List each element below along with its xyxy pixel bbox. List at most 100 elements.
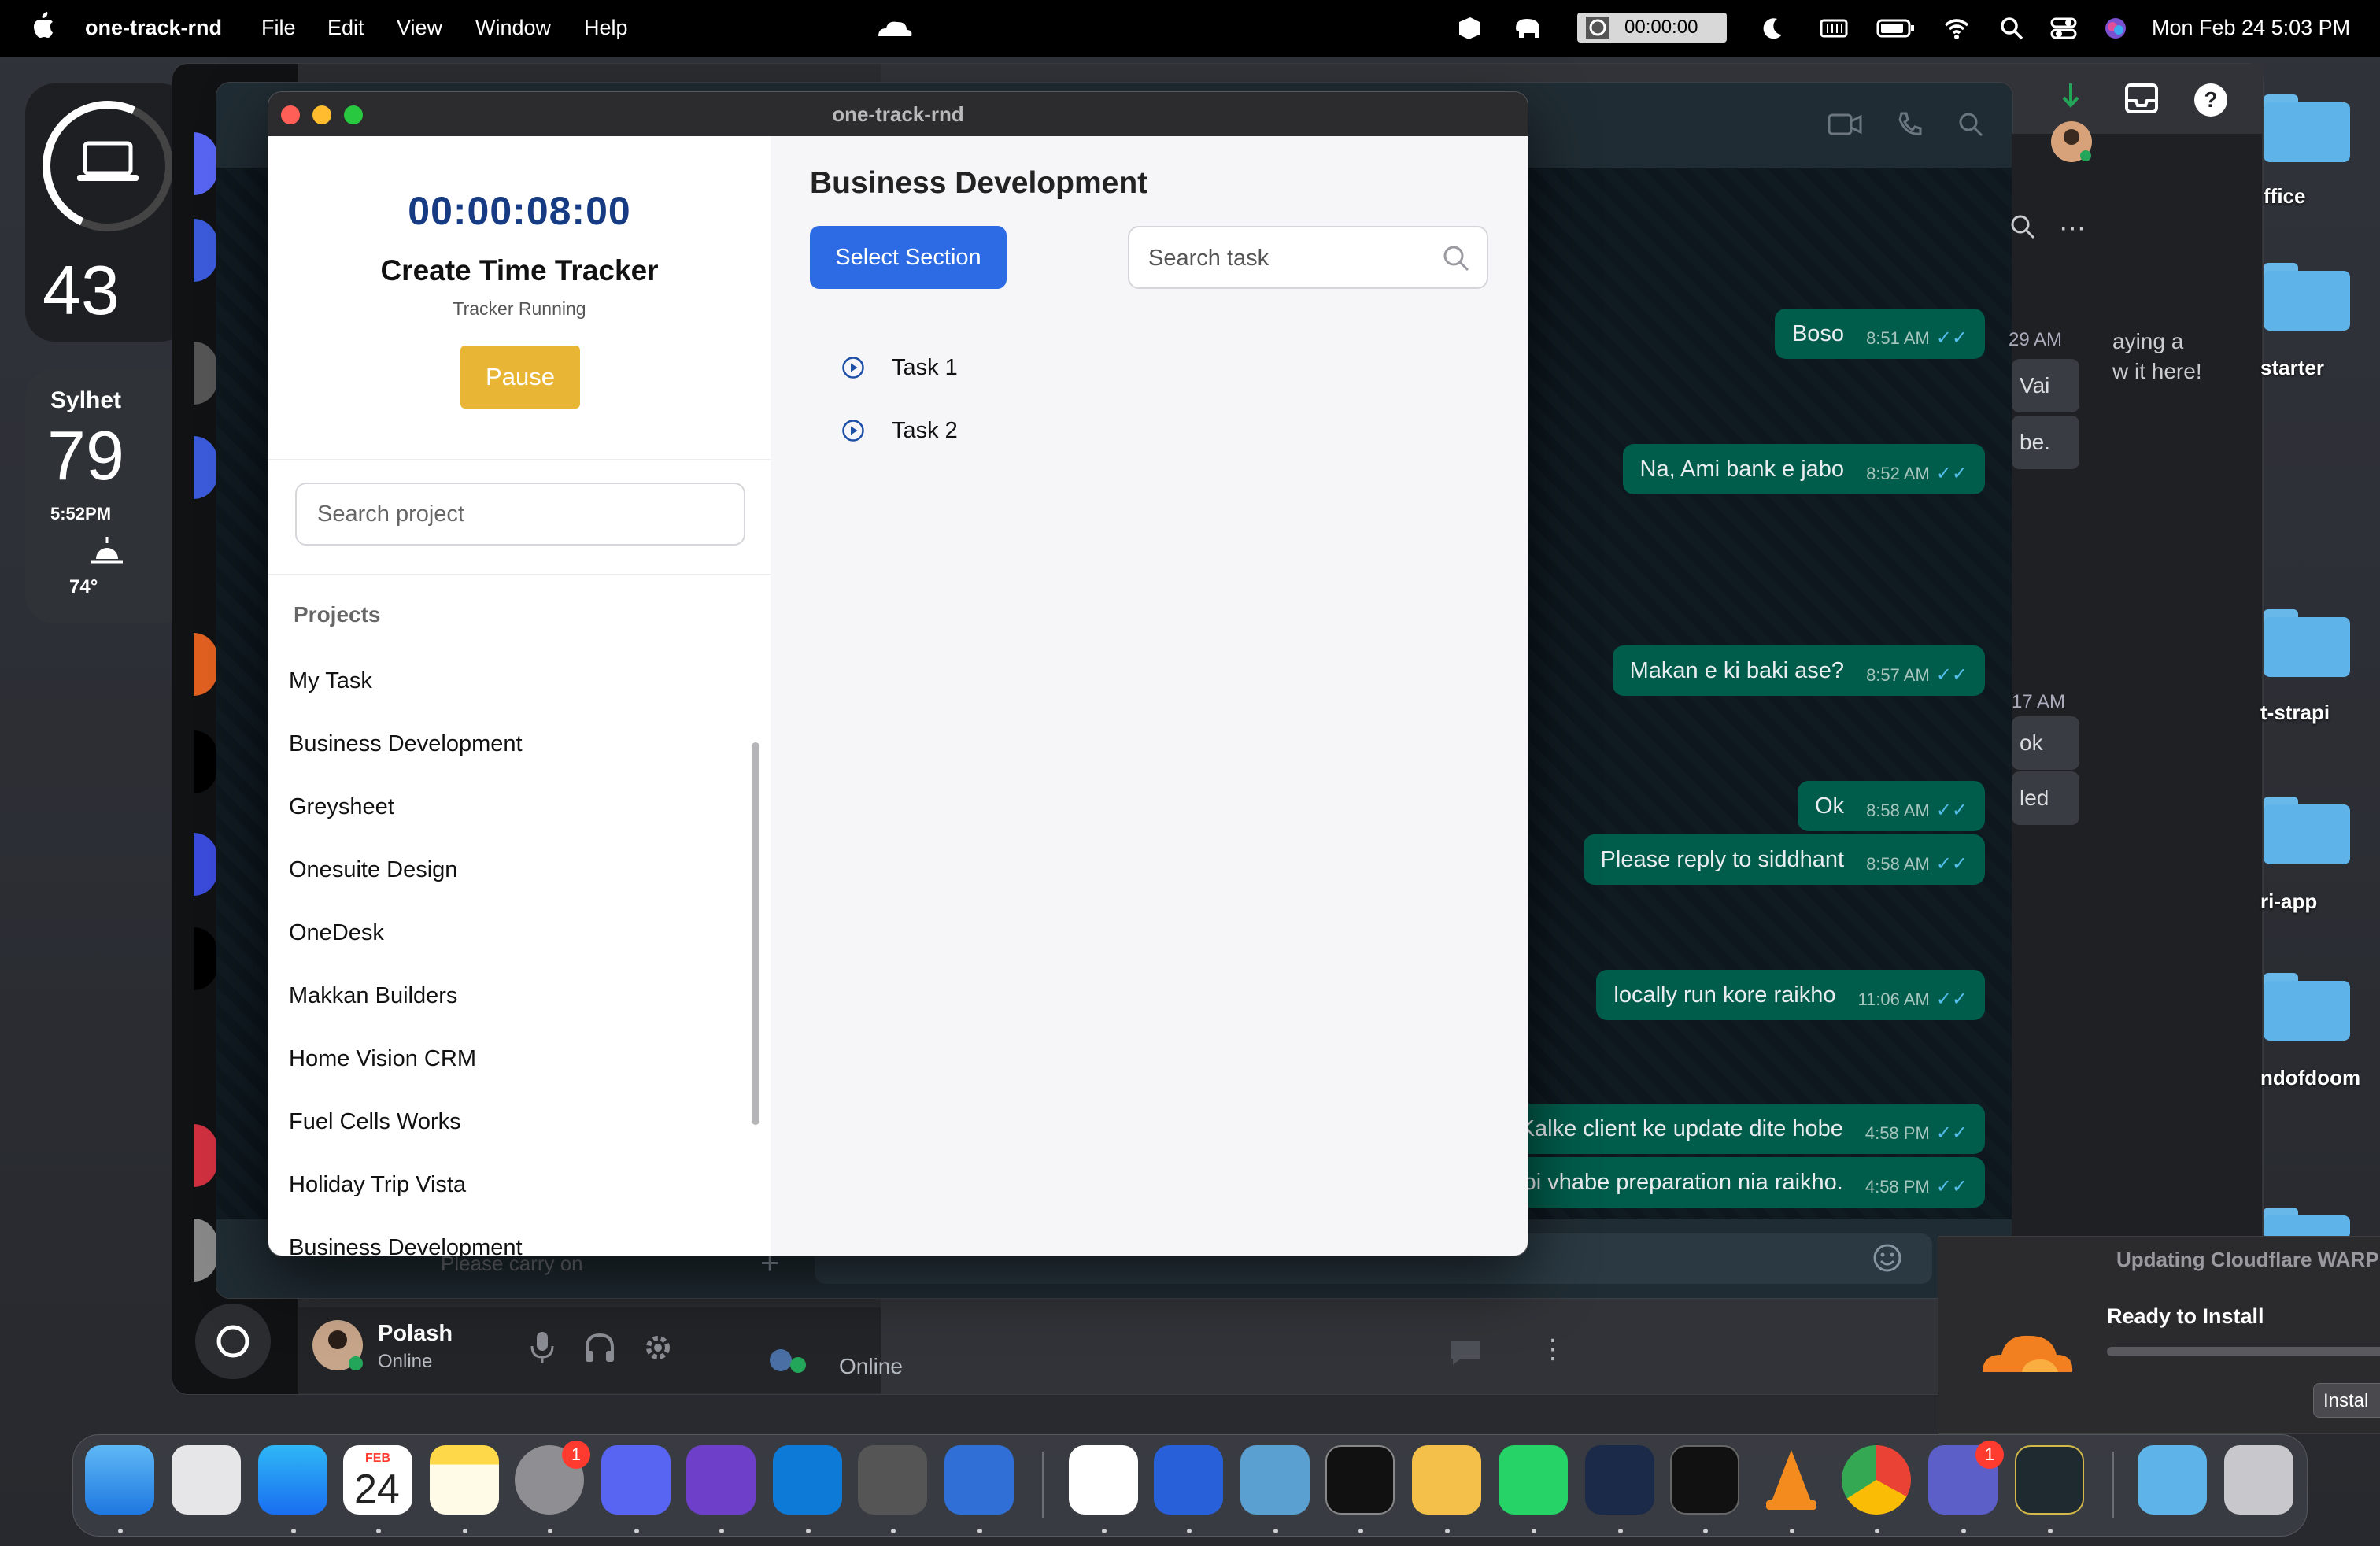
menu-view[interactable]: View bbox=[397, 16, 442, 40]
section-title: Business Development bbox=[810, 166, 1148, 200]
pause-button[interactable]: Pause bbox=[460, 346, 580, 409]
desktop-folder[interactable] bbox=[2264, 263, 2350, 331]
user-avatar[interactable] bbox=[310, 1318, 365, 1373]
siri-icon[interactable] bbox=[2101, 14, 2130, 43]
project-item[interactable]: Business Development bbox=[289, 1235, 523, 1256]
menubar-datetime[interactable]: Mon Feb 24 5:03 PM bbox=[2152, 16, 2350, 40]
menu-edit[interactable]: Edit bbox=[327, 16, 364, 40]
chat-message[interactable]: Kalke client ke update dite hobe 4:58 PM ✓… bbox=[1502, 1104, 1985, 1154]
vscode-icon[interactable] bbox=[773, 1445, 842, 1515]
finder-icon[interactable] bbox=[85, 1445, 154, 1515]
github-desktop-icon[interactable] bbox=[686, 1445, 756, 1515]
search-icon[interactable] bbox=[1441, 243, 1471, 273]
chat-message[interactable]: Boso 8:51 AM ✓✓ bbox=[1774, 309, 1985, 359]
project-item[interactable]: Business Development bbox=[289, 731, 523, 757]
menu-help[interactable]: Help bbox=[584, 16, 628, 40]
activity-monitor-icon[interactable] bbox=[1670, 1445, 1739, 1515]
elapsed-timer: 00:00:08:00 bbox=[408, 189, 631, 233]
elephant-icon[interactable] bbox=[1513, 14, 1544, 43]
wifi-icon[interactable] bbox=[1942, 14, 1971, 43]
whatsapp-icon[interactable] bbox=[1499, 1445, 1568, 1515]
cloudflare-warp-icon[interactable] bbox=[872, 14, 915, 43]
notes-icon[interactable] bbox=[430, 1445, 499, 1515]
launchpad-icon[interactable] bbox=[172, 1445, 241, 1515]
tableplus-icon[interactable] bbox=[1412, 1445, 1481, 1515]
chat-search-icon[interactable] bbox=[1957, 110, 1985, 139]
search-project-input[interactable] bbox=[295, 483, 745, 546]
chat-message[interactable]: Na, Ami bank e jabo 8:52 AM ✓✓ bbox=[1622, 444, 1985, 494]
title-bar[interactable]: one-track-rnd bbox=[268, 92, 1528, 137]
phone-icon[interactable] bbox=[1895, 110, 1924, 139]
memory-icon[interactable] bbox=[1818, 14, 1850, 43]
moon-icon[interactable] bbox=[1758, 14, 1787, 43]
menu-file[interactable]: File bbox=[261, 16, 296, 40]
kebab-menu-icon[interactable]: ⋮ bbox=[1539, 1333, 1566, 1365]
search-icon[interactable] bbox=[1998, 14, 2026, 43]
project-item[interactable]: Home Vision CRM bbox=[289, 1046, 476, 1072]
project-item[interactable]: Onesuite Design bbox=[289, 857, 457, 883]
desktop-folder[interactable] bbox=[2264, 973, 2350, 1041]
help-icon[interactable]: ? bbox=[2193, 82, 2229, 118]
control-center-icon[interactable] bbox=[2049, 14, 2078, 43]
avatar[interactable] bbox=[2049, 120, 2094, 164]
chat-bubble-icon[interactable] bbox=[1448, 1338, 1483, 1367]
workspace-icon[interactable] bbox=[1585, 1445, 1654, 1515]
project-item[interactable]: Holiday Trip Vista bbox=[289, 1172, 466, 1198]
search-task-input[interactable] bbox=[1147, 239, 1441, 278]
chrome-icon[interactable] bbox=[1842, 1445, 1911, 1515]
task-row[interactable]: Task 2 bbox=[841, 415, 958, 446]
vlc-icon[interactable] bbox=[1757, 1445, 1826, 1515]
task-label: Task 2 bbox=[892, 417, 958, 443]
user-mic-icon[interactable] bbox=[529, 1330, 556, 1365]
search-task-field[interactable] bbox=[1128, 226, 1488, 289]
chat-message[interactable]: oi vhabe preparation nia raikho. 4:58 PM ✓… bbox=[1506, 1157, 1985, 1208]
home-button-icon[interactable] bbox=[192, 1300, 274, 1382]
download-icon[interactable] bbox=[2059, 82, 2082, 113]
app-store-icon[interactable] bbox=[258, 1445, 327, 1515]
inbox-icon[interactable] bbox=[2123, 80, 2160, 117]
install-button[interactable]: Instal bbox=[2313, 1383, 2380, 1418]
settings-icon[interactable] bbox=[642, 1332, 674, 1363]
apple-menu-icon[interactable] bbox=[31, 11, 55, 39]
play-circle-icon[interactable] bbox=[841, 419, 865, 442]
desktop-folder[interactable] bbox=[2264, 609, 2350, 677]
preview-icon[interactable] bbox=[1240, 1445, 1310, 1515]
chat-message[interactable]: Please reply to siddhant 8:58 AM ✓✓ bbox=[1583, 834, 1985, 885]
tracker-app-icon[interactable] bbox=[1154, 1445, 1223, 1515]
battery-icon[interactable] bbox=[1876, 14, 1916, 43]
select-section-button[interactable]: Select Section bbox=[810, 226, 1007, 289]
chat-message[interactable]: Ok 8:58 AM ✓✓ bbox=[1798, 781, 1985, 831]
emoji-icon[interactable] bbox=[1870, 1241, 1905, 1275]
tracker-status: Tracker Running bbox=[453, 298, 586, 319]
trash-icon[interactable] bbox=[2224, 1445, 2293, 1515]
thread-search-icon[interactable] bbox=[2009, 213, 2037, 241]
discord-icon[interactable] bbox=[601, 1445, 671, 1515]
project-item[interactable]: My Task bbox=[289, 668, 372, 694]
desktop-folder[interactable] bbox=[2264, 1208, 2350, 1239]
chat-message[interactable]: Makan e ki baki ase? 8:57 AM ✓✓ bbox=[1612, 645, 1985, 696]
chat-message[interactable]: locally run kore raikho 11:06 AM ✓✓ bbox=[1596, 970, 1985, 1020]
linear-icon[interactable] bbox=[944, 1445, 1014, 1515]
project-item[interactable]: Greysheet bbox=[289, 794, 394, 820]
postman-like-icon[interactable] bbox=[2015, 1445, 2084, 1515]
menu-app-name[interactable]: one-track-rnd bbox=[85, 16, 222, 40]
more-options-icon[interactable]: ⋯ bbox=[2059, 213, 2086, 244]
project-list-scrollbar[interactable] bbox=[752, 742, 759, 1125]
video-call-icon[interactable] bbox=[1828, 110, 1862, 139]
desktop-folder[interactable] bbox=[2264, 797, 2350, 864]
project-item[interactable]: OneDesk bbox=[289, 920, 384, 946]
menubar-timer[interactable]: 00:00:00 bbox=[1577, 13, 1727, 43]
desktop-folder[interactable] bbox=[2264, 94, 2350, 162]
slack-icon[interactable] bbox=[1069, 1445, 1138, 1515]
play-circle-icon[interactable] bbox=[841, 356, 865, 379]
task-row[interactable]: Task 1 bbox=[841, 352, 958, 383]
menu-window[interactable]: Window bbox=[475, 16, 551, 40]
project-item[interactable]: Makkan Builders bbox=[289, 983, 457, 1009]
folder-stack-icon[interactable] bbox=[2138, 1445, 2207, 1515]
project-item[interactable]: Fuel Cells Works bbox=[289, 1109, 461, 1135]
cursor-icon[interactable] bbox=[858, 1445, 927, 1515]
box-icon[interactable] bbox=[1454, 14, 1483, 43]
cloudflare-update-notification[interactable]: Updating Cloudflare WARP Ready to Instal… bbox=[1938, 1236, 2380, 1434]
terminal-icon[interactable] bbox=[1325, 1445, 1395, 1515]
headphones-icon[interactable] bbox=[584, 1332, 615, 1363]
